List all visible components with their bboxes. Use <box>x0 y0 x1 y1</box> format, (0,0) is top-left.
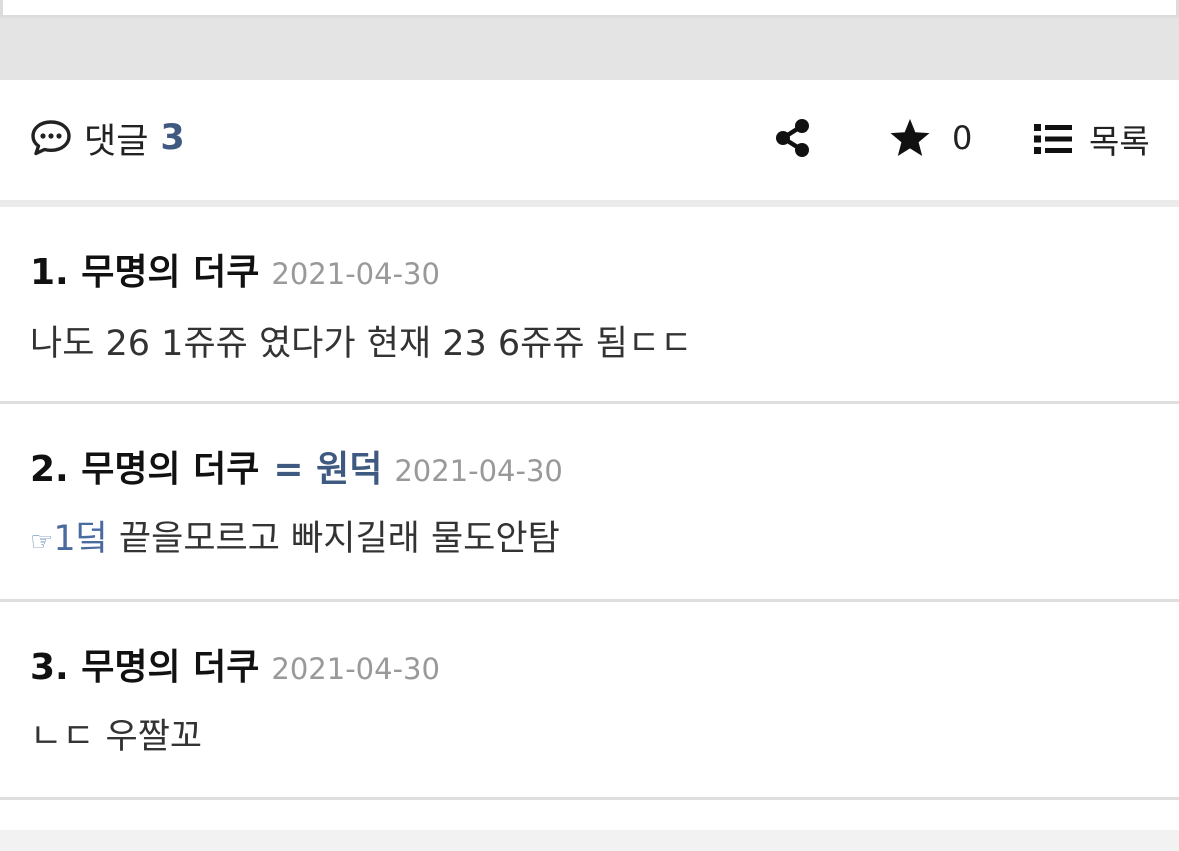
share-button[interactable] <box>774 118 812 158</box>
divider <box>0 797 1179 800</box>
comment-author[interactable]: 3. 무명의 더쿠 <box>30 638 259 690</box>
previous-content-box <box>0 0 1179 18</box>
comment-date: 2021-04-30 <box>271 652 440 686</box>
favorite-count: 0 <box>952 119 973 157</box>
comment-date: 2021-04-30 <box>271 257 440 291</box>
divider <box>0 200 1179 207</box>
pointing-hand-icon: ☞ <box>30 527 54 557</box>
comment-label: 댓글 <box>84 121 149 162</box>
comment-count: 3 <box>160 118 185 158</box>
list-icon <box>1034 124 1072 154</box>
share-icon <box>776 119 809 157</box>
comment-header[interactable]: 댓글 3 <box>30 116 185 162</box>
comment-item: 3. 무명의 더쿠 2021-04-30 ㄴㄷ 우짤꼬 <box>0 602 1179 798</box>
comment-text-row: ☞1덬 끝을모르고 빠지길래 물도안탐 <box>30 510 560 561</box>
comment-item: 2. 무명의 더쿠 = 원덕 2021-04-30 ☞1덬 끝을모르고 빠지길래… <box>0 404 1179 600</box>
favorite-button[interactable]: 0 <box>888 115 972 161</box>
list-label: 목록 <box>1089 122 1150 161</box>
comment-text: 나도 26 1쥬쥬 였다가 현재 23 6쥬쥬 됨ㄷㄷ <box>30 324 693 364</box>
section-gap <box>0 830 1179 851</box>
list-button[interactable]: 목록 <box>1033 118 1150 161</box>
original-poster-tag: = 원덕 <box>273 449 383 490</box>
comment-text: 끝을모르고 빠지길래 물도안탐 <box>118 519 560 559</box>
comment-author[interactable]: 2. 무명의 더쿠 <box>30 440 259 492</box>
star-icon <box>890 119 930 156</box>
comment-text: ㄴㄷ 우짤꼬 <box>30 717 203 757</box>
comment-item: 1. 무명의 더쿠 2021-04-30 나도 26 1쥬쥬 였다가 현재 23… <box>0 207 1179 403</box>
comment-author[interactable]: 1. 무명의 더쿠 <box>30 243 259 295</box>
reply-link[interactable]: 1덬 <box>53 519 107 559</box>
comment-date: 2021-04-30 <box>394 454 563 488</box>
speech-bubble-icon <box>31 120 71 156</box>
section-gap <box>0 18 1179 80</box>
